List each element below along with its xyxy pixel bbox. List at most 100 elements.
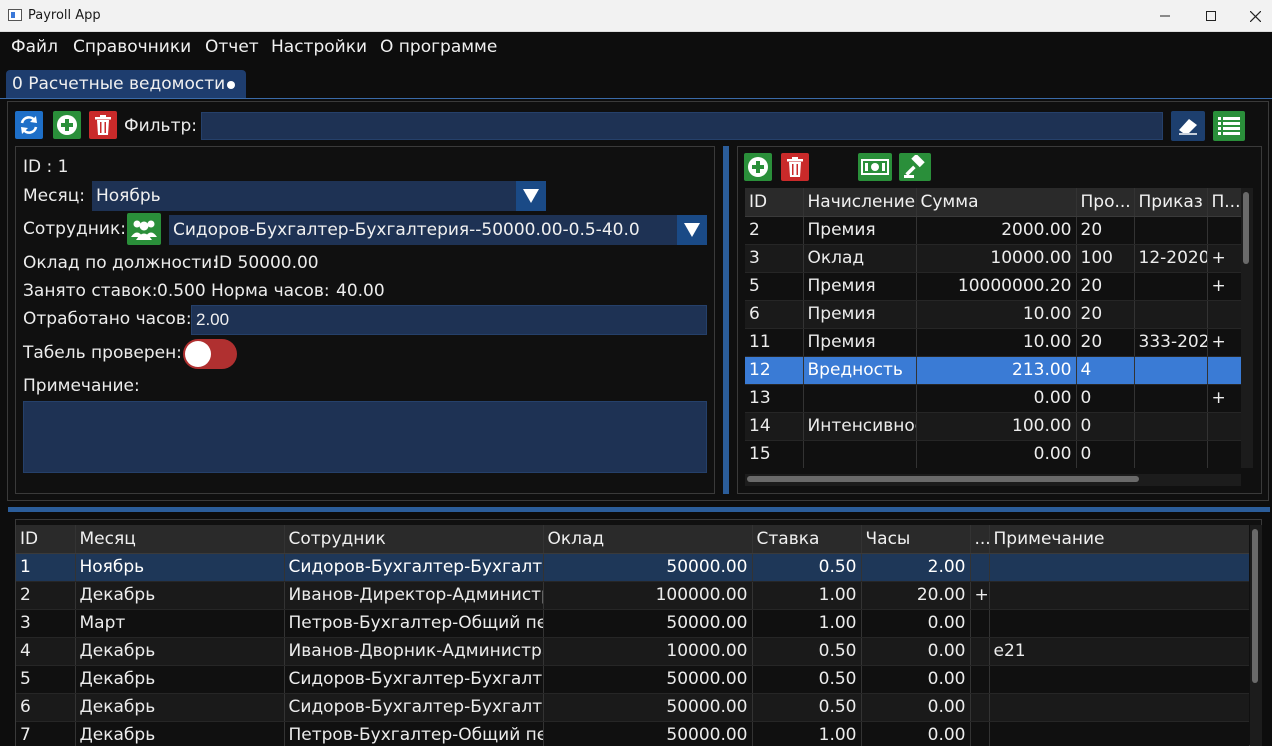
horizontal-splitter[interactable]: [8, 507, 1270, 512]
accrual-cell[interactable]: 4: [1076, 356, 1135, 385]
timesheet-checked-toggle[interactable]: [183, 339, 237, 369]
sheet-header-cell[interactable]: Часы: [861, 525, 971, 554]
accrual-row[interactable]: 5 Премия 10000000.20 20 +: [745, 272, 1241, 301]
accrual-cell[interactable]: 10.00: [916, 328, 1077, 357]
accrual-cell[interactable]: 10000.00: [916, 244, 1077, 273]
sheet-cell[interactable]: Декабрь: [75, 637, 285, 666]
sheet-cell[interactable]: 1.00: [752, 721, 862, 746]
sheet-row[interactable]: 7ДекабрьПетров-Бухгалтер-Общий персонал5…: [16, 721, 1249, 746]
sheet-cell[interactable]: [989, 693, 1249, 722]
accrual-cell[interactable]: 12-2020: [1134, 244, 1208, 273]
accrual-cell[interactable]: [1207, 300, 1241, 329]
accrual-cell[interactable]: Интенсивность: [803, 412, 917, 441]
accrual-cell[interactable]: [1207, 412, 1241, 441]
sheet-cell[interactable]: 0.50: [752, 665, 862, 694]
accrual-cell[interactable]: [1134, 384, 1208, 413]
accrual-header-cell[interactable]: П...: [1207, 188, 1241, 217]
sheet-cell[interactable]: Петров-Бухгалтер-Общий персонал: [284, 721, 544, 746]
accrual-row[interactable]: 2 Премия 2000.00 20: [745, 216, 1241, 245]
add-button[interactable]: [53, 111, 81, 139]
accrual-row[interactable]: 15 0.00 0: [745, 440, 1241, 468]
accrual-cell[interactable]: 0.00: [916, 440, 1077, 468]
sheet-cell[interactable]: 0.00: [861, 721, 971, 746]
sheet-cell[interactable]: 10000.00: [543, 637, 753, 666]
maximize-button[interactable]: [1188, 0, 1234, 32]
sheet-cell[interactable]: 50000.00: [543, 693, 753, 722]
sheet-cell[interactable]: Сидоров-Бухгалтер-Бухгалтерия: [284, 553, 544, 582]
sheet-cell[interactable]: 1.00: [752, 581, 862, 610]
sheet-cell[interactable]: 2: [16, 581, 76, 610]
accrual-cell[interactable]: 10000000.20: [916, 272, 1077, 301]
accrual-cell[interactable]: 11: [745, 328, 804, 357]
sheet-header-cell[interactable]: Сотрудник: [284, 525, 544, 554]
sheet-cell[interactable]: Иванов-Дворник-Администрация: [284, 637, 544, 666]
sheet-cell[interactable]: 0.50: [752, 553, 862, 582]
chevron-down-icon[interactable]: [677, 215, 707, 245]
accrual-cell[interactable]: [1207, 216, 1241, 245]
add-accrual-button[interactable]: [744, 153, 772, 181]
sheet-cell[interactable]: [970, 693, 990, 722]
accrual-cell[interactable]: +: [1207, 384, 1241, 413]
accrual-cell[interactable]: 13: [745, 384, 804, 413]
close-button[interactable]: [1232, 0, 1272, 32]
tab-close-dot[interactable]: [227, 81, 235, 89]
sheet-row[interactable]: 5ДекабрьСидоров-Бухгалтер-Бухгалтерия500…: [16, 665, 1249, 694]
sheet-cell[interactable]: Декабрь: [75, 693, 285, 722]
sheet-header-cell[interactable]: Примечание: [989, 525, 1249, 554]
accrual-cell[interactable]: [1134, 412, 1208, 441]
accrual-cell[interactable]: 0: [1076, 412, 1135, 441]
accrual-cell[interactable]: 20: [1076, 272, 1135, 301]
sheet-cell[interactable]: [970, 553, 990, 582]
sheet-cell[interactable]: [989, 553, 1249, 582]
menu-references[interactable]: Справочники: [73, 37, 191, 57]
scroll-thumb[interactable]: [1243, 192, 1249, 264]
accrual-cell[interactable]: Премия: [803, 300, 917, 329]
sheet-cell[interactable]: 0.50: [752, 693, 862, 722]
menu-file[interactable]: Файл: [11, 37, 58, 57]
sheet-row[interactable]: 2ДекабрьИванов-Директор-Администрация100…: [16, 581, 1249, 610]
sheet-cell[interactable]: [970, 609, 990, 638]
accrual-cell[interactable]: 2000.00: [916, 216, 1077, 245]
accrual-cell[interactable]: 6: [745, 300, 804, 329]
sheet-cell[interactable]: 5: [16, 665, 76, 694]
filter-input[interactable]: [201, 112, 1163, 140]
accrual-cell[interactable]: 100.00: [916, 412, 1077, 441]
accrual-cell[interactable]: +: [1207, 272, 1241, 301]
sheet-cell[interactable]: 100000.00: [543, 581, 753, 610]
sheet-cell[interactable]: Ноябрь: [75, 553, 285, 582]
accrual-cell[interactable]: 0: [1076, 384, 1135, 413]
sheet-cell[interactable]: [989, 721, 1249, 746]
employee-picker-button[interactable]: [127, 213, 161, 245]
sheet-cell[interactable]: Сидоров-Бухгалтер-Бухгалтерия: [284, 665, 544, 694]
accrual-cell[interactable]: 0.00: [916, 384, 1077, 413]
accrual-header-cell[interactable]: ID: [745, 188, 804, 217]
sheet-row[interactable]: 1НоябрьСидоров-Бухгалтер-Бухгалтерия5000…: [16, 553, 1249, 582]
accrual-cell[interactable]: 3: [745, 244, 804, 273]
sheet-header-cell[interactable]: Месяц: [75, 525, 285, 554]
accrual-header-cell[interactable]: Приказ: [1134, 188, 1208, 217]
sheet-cell[interactable]: Сидоров-Бухгалтер-Бухгалтерия: [284, 693, 544, 722]
accrual-cell[interactable]: [1134, 356, 1208, 385]
menu-report[interactable]: Отчет: [205, 37, 259, 57]
sheet-header-cell[interactable]: Ставка: [752, 525, 862, 554]
sheet-cell[interactable]: [989, 665, 1249, 694]
accrual-cell[interactable]: Премия: [803, 216, 917, 245]
sheet-cell[interactable]: [970, 665, 990, 694]
accrual-cell[interactable]: 14: [745, 412, 804, 441]
accrual-cell[interactable]: 12: [745, 356, 804, 385]
accrual-header-cell[interactable]: Про...: [1076, 188, 1135, 217]
sheet-header-cell[interactable]: ID: [16, 525, 76, 554]
sheet-cell[interactable]: [989, 581, 1249, 610]
sheets-vscroll[interactable]: [1250, 525, 1262, 746]
scroll-thumb[interactable]: [1252, 529, 1258, 683]
sheet-cell[interactable]: Иванов-Директор-Администрация: [284, 581, 544, 610]
accrual-cell[interactable]: 100: [1076, 244, 1135, 273]
sheet-cell[interactable]: 0.00: [861, 665, 971, 694]
accrual-cell[interactable]: [1134, 300, 1208, 329]
accrual-cell[interactable]: 15: [745, 440, 804, 468]
month-select[interactable]: Ноябрь: [92, 181, 546, 211]
sheet-cell[interactable]: 50000.00: [543, 721, 753, 746]
sheet-cell[interactable]: 4: [16, 637, 76, 666]
note-textarea[interactable]: [23, 401, 707, 473]
list-view-button[interactable]: [1213, 111, 1245, 141]
